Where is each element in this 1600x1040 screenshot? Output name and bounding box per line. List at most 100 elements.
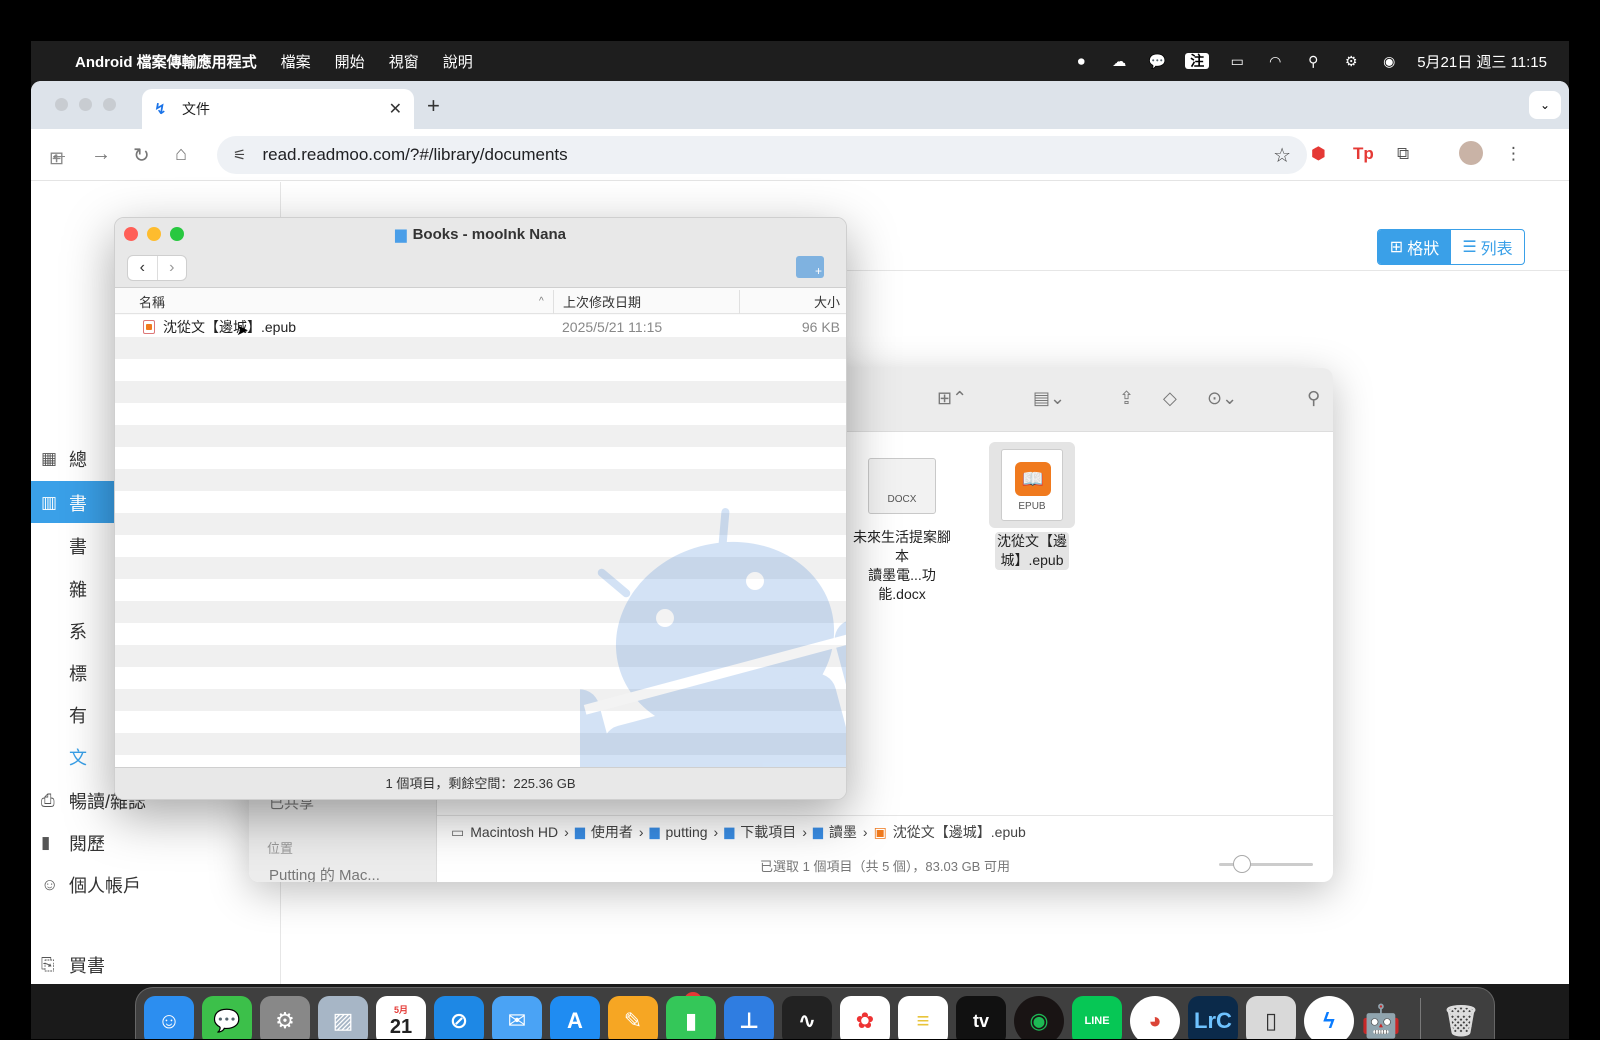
folder-icon: ▆ — [812, 824, 823, 839]
icon-size-slider[interactable] — [1219, 855, 1313, 873]
spotlight-search-icon[interactable]: ⚲ — [1303, 53, 1323, 69]
reload-button[interactable]: ↻ — [133, 143, 150, 168]
grid-view-button[interactable]: ⊞ 格狀 — [1378, 230, 1451, 264]
photos-icon[interactable]: ✿ — [840, 996, 890, 1039]
trash-icon[interactable]: 🗑 — [1436, 996, 1486, 1039]
bookmark-star-icon[interactable]: ☆ — [1273, 143, 1291, 168]
spotify-icon[interactable]: ◉ — [1014, 996, 1064, 1039]
file-docx[interactable]: DOCX 未來生活提案腳本 讀墨電...功能.docx — [847, 458, 957, 604]
siri-icon[interactable]: ◉ — [1379, 53, 1399, 69]
sidebar-subitem[interactable]: 有 — [69, 702, 87, 728]
home-button[interactable]: ⌂ — [175, 143, 187, 166]
apps-grid-icon[interactable]: ⊞ — [49, 148, 64, 169]
menu-help[interactable]: 說明 — [431, 51, 485, 72]
sidebar-item-overview[interactable]: ▦ 總 — [41, 446, 87, 472]
path-item[interactable]: 沈從文【邊城】.epub — [893, 822, 1026, 842]
mail-icon[interactable]: ✉ — [492, 996, 542, 1039]
path-item[interactable]: Macintosh HD — [470, 824, 558, 840]
lightroom-classic-icon[interactable]: LrC — [1188, 996, 1238, 1039]
window-close-button[interactable] — [55, 98, 68, 111]
sidebar-item-history[interactable]: ▮ 閱歷 — [41, 830, 105, 856]
pages-icon[interactable]: ✎ — [608, 996, 658, 1039]
android-file-transfer-icon[interactable]: 🤖 — [1356, 996, 1406, 1039]
tab-documents[interactable]: ↯ 文件 ✕ — [142, 89, 414, 129]
more-menu-icon[interactable]: ⋮ — [1505, 144, 1522, 164]
messages-icon[interactable]: 💬 — [202, 996, 252, 1039]
forward-button[interactable]: → — [91, 143, 111, 166]
input-method-icon[interactable]: 注 — [1185, 53, 1210, 69]
slider-knob[interactable] — [1233, 855, 1251, 873]
column-name[interactable]: 名稱 — [139, 292, 165, 311]
sidebar-subitem[interactable]: 書 — [69, 533, 87, 559]
wifi-icon[interactable]: ◠ — [1265, 53, 1285, 69]
preview-icon[interactable]: ▨ — [318, 996, 368, 1039]
sidebar-subitem-documents[interactable]: 文 — [69, 744, 87, 770]
line-menubar-icon[interactable]: 💬 — [1147, 53, 1167, 69]
system-settings-icon[interactable]: ⚙ — [260, 996, 310, 1039]
tab-search-button[interactable]: ⌄ — [1529, 91, 1561, 119]
column-date[interactable]: 上次修改日期 — [563, 292, 641, 311]
sidebar-subitem[interactable]: 標 — [69, 660, 87, 686]
control-center-icon[interactable]: ⚙ — [1341, 53, 1361, 69]
messenger-icon[interactable]: ϟ — [1304, 996, 1354, 1039]
site-settings-icon[interactable]: ⚟ — [233, 146, 246, 164]
calendar-icon[interactable]: 5月 21 — [376, 996, 426, 1039]
keynote-icon[interactable]: ⊥ — [724, 996, 774, 1039]
file-name: 沈從文【邊城】.epub — [163, 319, 297, 335]
new-tab-button[interactable]: + — [427, 93, 440, 119]
icon-view-icon[interactable]: ⊞⌃ — [937, 388, 967, 409]
aft-title-text: Books - mooInk Nana — [412, 226, 566, 243]
sidebar-item-books[interactable]: ▥ 書 — [41, 490, 87, 516]
share-icon[interactable]: ⇪ — [1119, 388, 1134, 409]
finder-icon[interactable]: ☺ — [144, 996, 194, 1039]
adblock-extension-icon[interactable]: ⬢ — [1311, 144, 1326, 164]
apple-tv-icon[interactable]: tv — [956, 996, 1006, 1039]
notes-icon[interactable]: ≡ — [898, 996, 948, 1039]
sidebar-subitem[interactable]: 系 — [69, 618, 87, 644]
new-folder-icon[interactable]: + — [796, 256, 824, 278]
clock[interactable]: 5月21日 週三 11:15 — [1417, 51, 1547, 72]
menu-file[interactable]: 檔案 — [269, 51, 323, 72]
profile-avatar[interactable] — [1459, 141, 1483, 165]
safari-icon[interactable]: ⊘ — [434, 996, 484, 1039]
path-item[interactable]: 下載項目 — [740, 822, 796, 842]
menu-app-name[interactable]: Android 檔案傳輸應用程式 — [63, 51, 269, 72]
tp-extension-icon[interactable]: Tp — [1353, 144, 1374, 164]
aft-forward-button[interactable]: › — [156, 256, 187, 280]
address-bar[interactable]: ⚟ read.readmoo.com/?#/library/documents … — [217, 136, 1307, 174]
tag-icon[interactable]: ◇ — [1163, 388, 1177, 409]
sidebar-item-account[interactable]: ☺ 個人帳戶 — [41, 872, 141, 898]
iphone-mirroring-icon[interactable]: ▯ — [1246, 996, 1296, 1039]
file-epub[interactable]: 📖 EPUB 沈從文【邊 城】.epub — [977, 442, 1087, 570]
menu-window[interactable]: 視窗 — [377, 51, 431, 72]
path-item[interactable]: 讀墨 — [829, 822, 857, 842]
path-separator: › — [564, 824, 569, 840]
column-size[interactable]: 大小 — [814, 292, 840, 311]
sidebar-subitem[interactable]: 雜 — [69, 576, 87, 602]
group-icon[interactable]: ▤⌄ — [1033, 388, 1065, 409]
aft-back-button[interactable]: ‹ — [128, 256, 157, 280]
record-icon[interactable]: ⏺ — [1071, 53, 1091, 69]
more-actions-icon[interactable]: ⊙⌄ — [1207, 388, 1237, 409]
readmoo-favicon-icon: ↯ — [154, 101, 167, 118]
window-minimize-button[interactable] — [79, 98, 92, 111]
menu-go[interactable]: 開始 — [323, 51, 377, 72]
battery-icon[interactable]: ▭ — [1227, 53, 1247, 69]
line-app-icon[interactable]: LINE — [1072, 996, 1122, 1039]
voice-memos-icon[interactable]: ∿ — [782, 996, 832, 1039]
finder-sidebar-location[interactable]: Putting 的 Mac... — [269, 864, 380, 882]
sidebar-item-buy-books[interactable]: ⎘ 買書 — [41, 952, 105, 978]
finder-search-icon[interactable]: ⚲ — [1307, 388, 1320, 409]
window-zoom-button[interactable] — [103, 98, 116, 111]
numbers-icon[interactable]: ▮ — [666, 996, 716, 1039]
extensions-puzzle-icon[interactable]: ⧉ — [1397, 144, 1409, 164]
cloud-status-icon[interactable]: ☁ — [1109, 53, 1129, 69]
file-row[interactable]: 沈從文【邊城】.epub 2025/5/21 11:15 96 KB — [115, 315, 846, 339]
chrome-icon[interactable]: ◕ — [1130, 996, 1180, 1039]
tab-close-icon[interactable]: ✕ — [389, 99, 402, 119]
path-item[interactable]: 使用者 — [591, 822, 633, 842]
app-store-icon[interactable]: A — [550, 996, 600, 1039]
path-item[interactable]: putting — [666, 824, 708, 840]
sort-ascending-icon[interactable]: ^ — [539, 296, 544, 307]
list-view-button[interactable]: ☰ 列表 — [1451, 230, 1524, 264]
